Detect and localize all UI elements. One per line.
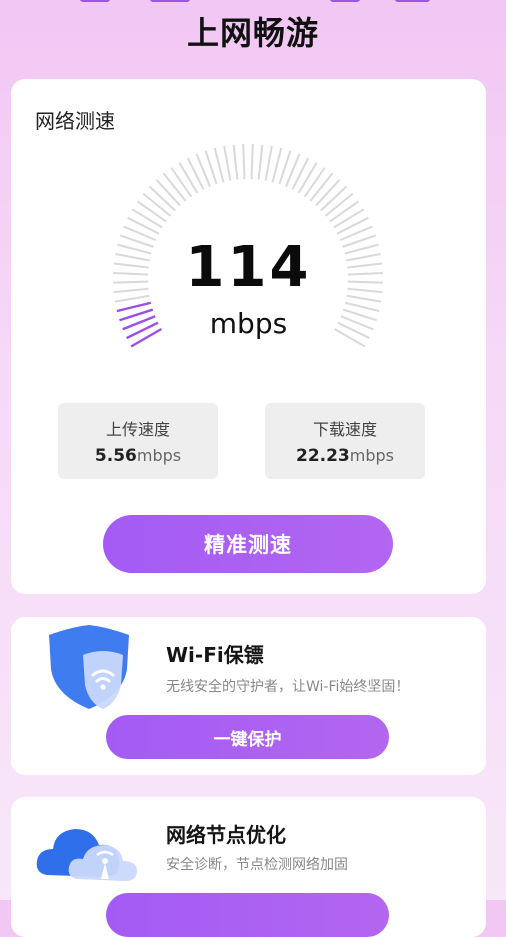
download-value-line: 22.23mbps [265,446,425,466]
cut-text-fragment [150,0,190,2]
cloud-signal-icon [33,813,153,897]
cut-text-fragment [80,0,110,2]
gauge-tick [142,192,172,217]
gauge-tick [333,208,365,229]
page-title: 上网畅游 [186,14,319,52]
gauge-tick [223,145,232,181]
top-cut-off-text [0,0,506,8]
wifi-guard-title: Wi-Fi保镖 [166,643,264,667]
gauge-tick [170,167,193,198]
wifi-guard-desc: 无线安全的守护者，让Wi-Fi始终坚固！ [166,679,410,695]
download-value: 22.23 [295,446,350,466]
upload-value-line: 5.56mbps [58,446,218,466]
node-optimize-card[interactable]: 网络节点优化 安全诊断，节点检测网络加固 [11,797,486,937]
wifi-shield-icon [41,623,141,717]
gauge-tick [178,162,199,194]
download-speed-box: 下载速度 22.23mbps [265,403,425,479]
gauge-tick [336,216,369,235]
upload-speed-box: 上传速度 5.56mbps [58,403,218,479]
gauge-tick [148,185,176,212]
gauge-tick [136,200,167,223]
one-click-protect-button[interactable]: 一键保护 [106,715,389,759]
gauge-tick [303,167,326,198]
gauge-tick [162,172,187,202]
gauge-tick [250,144,254,180]
upload-value: 5.56 [94,446,137,466]
gauge-tick [257,144,264,180]
speed-value: 114 [185,235,312,300]
speed-unit: mbps [209,307,288,340]
upload-unit: mbps [136,446,182,465]
gauge-tick [271,147,283,183]
speed-test-card: 网络测速 114 mbps 上传速度 5.56mbps 下载速度 22.23mb… [11,79,486,594]
precise-speed-test-button[interactable]: 精准测速 [103,515,393,573]
gauge-tick [309,172,334,202]
gauge-tick [232,144,239,180]
gauge-tick [324,192,354,217]
gauge-tick [320,185,348,212]
gauge-tick [127,216,160,235]
gauge-tick [131,208,163,229]
node-optimize-title: 网络节点优化 [166,823,286,847]
download-label: 下载速度 [312,420,377,439]
wifi-guard-card[interactable]: Wi-Fi保镖 无线安全的守护者，让Wi-Fi始终坚固！ 一键保护 [11,617,486,775]
upload-label: 上传速度 [105,420,170,439]
cut-text-fragment [330,0,360,2]
gauge-tick [264,145,273,181]
gauge-tick [315,179,341,207]
cut-text-fragment [395,0,430,2]
gauge-tick [213,147,225,183]
gauge-tick [155,179,181,207]
gauge-tick [329,200,360,223]
gauge-tick [242,144,246,180]
node-optimize-desc: 安全诊断，节点检测网络加固 [166,857,348,873]
gauge-tick [297,162,318,194]
download-unit: mbps [349,446,394,465]
